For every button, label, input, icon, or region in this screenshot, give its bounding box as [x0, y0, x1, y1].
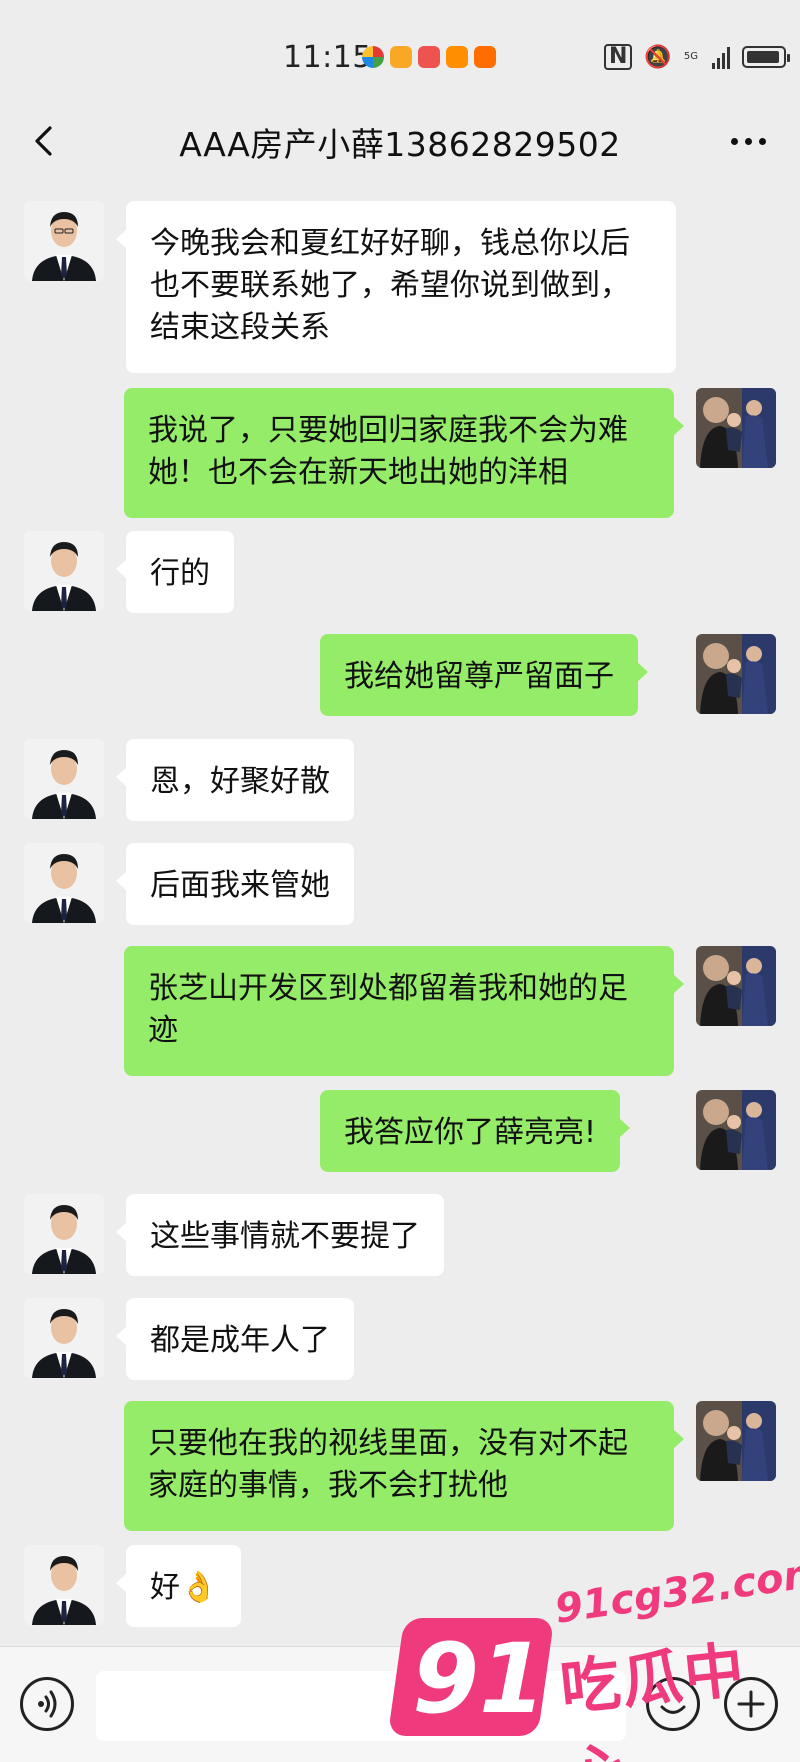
- contact-avatar[interactable]: [24, 1545, 104, 1625]
- watermark-name: 吃瓜中心: [557, 1635, 750, 1762]
- message-bubble[interactable]: 这些事情就不要提了: [116, 1194, 444, 1276]
- chat-header: AAA房产小薛13862829502: [0, 100, 800, 184]
- status-indicators: N 🔕 5G: [604, 44, 790, 70]
- more-dots-icon[interactable]: [731, 138, 766, 145]
- app-notification-icon: [390, 46, 412, 68]
- app-notification-icon: [474, 46, 496, 68]
- message-bubble[interactable]: 行的: [116, 531, 234, 613]
- contact-avatar[interactable]: [24, 843, 104, 923]
- user-avatar[interactable]: [696, 634, 776, 714]
- message-bubble[interactable]: 张芝山开发区到处都留着我和她的足迹: [124, 946, 684, 1076]
- contact-avatar[interactable]: [24, 1194, 104, 1274]
- contact-avatar[interactable]: [24, 739, 104, 819]
- message-bubble[interactable]: 今晚我会和夏红好好聊，钱总你以后也不要联系她了，希望你说到做到，结束这段关系: [116, 201, 676, 373]
- nfc-icon: N: [604, 44, 633, 70]
- user-avatar[interactable]: [696, 946, 776, 1026]
- message-bubble[interactable]: 好👌: [115, 1545, 242, 1627]
- contact-avatar[interactable]: [24, 531, 104, 611]
- app-notification-icon: [446, 46, 468, 68]
- watermark-logo-number: 91: [412, 1623, 546, 1735]
- contact-avatar[interactable]: [24, 1298, 104, 1378]
- message-bubble[interactable]: 我说了，只要她回归家庭我不会为难她！也不会在新天地出她的洋相: [124, 388, 684, 518]
- user-avatar[interactable]: [696, 388, 776, 468]
- mute-bell-icon: 🔕: [644, 44, 672, 70]
- message-bubble[interactable]: 我给她留尊严留面子: [320, 634, 648, 716]
- message-bubble[interactable]: 都是成年人了: [116, 1298, 354, 1380]
- message-bubble[interactable]: 我答应你了薛亮亮!: [320, 1090, 631, 1172]
- user-avatar[interactable]: [696, 1090, 776, 1170]
- user-avatar[interactable]: [696, 1401, 776, 1481]
- message-bubble[interactable]: 只要他在我的视线里面，没有对不起家庭的事情，我不会打扰他: [124, 1401, 684, 1531]
- app-notification-icon: [362, 46, 384, 68]
- message-bubble[interactable]: 恩，好聚好散: [116, 739, 354, 821]
- message-bubble[interactable]: 后面我来管她: [116, 843, 354, 925]
- contact-avatar[interactable]: [24, 201, 104, 281]
- chat-title: AAA房产小薛13862829502: [179, 125, 621, 164]
- app-notification-icon: [418, 46, 440, 68]
- battery-icon: [741, 46, 790, 68]
- network-type: 5G: [683, 51, 698, 62]
- status-bar: 11:15 N 🔕 5G: [0, 0, 800, 110]
- notification-icons: [362, 46, 496, 68]
- voice-icon[interactable]: [20, 1677, 74, 1731]
- signal-icon: [711, 45, 730, 69]
- watermark: 91 91cg32.com 吃瓜中心: [387, 1549, 800, 1762]
- status-time: 11:15: [283, 40, 372, 75]
